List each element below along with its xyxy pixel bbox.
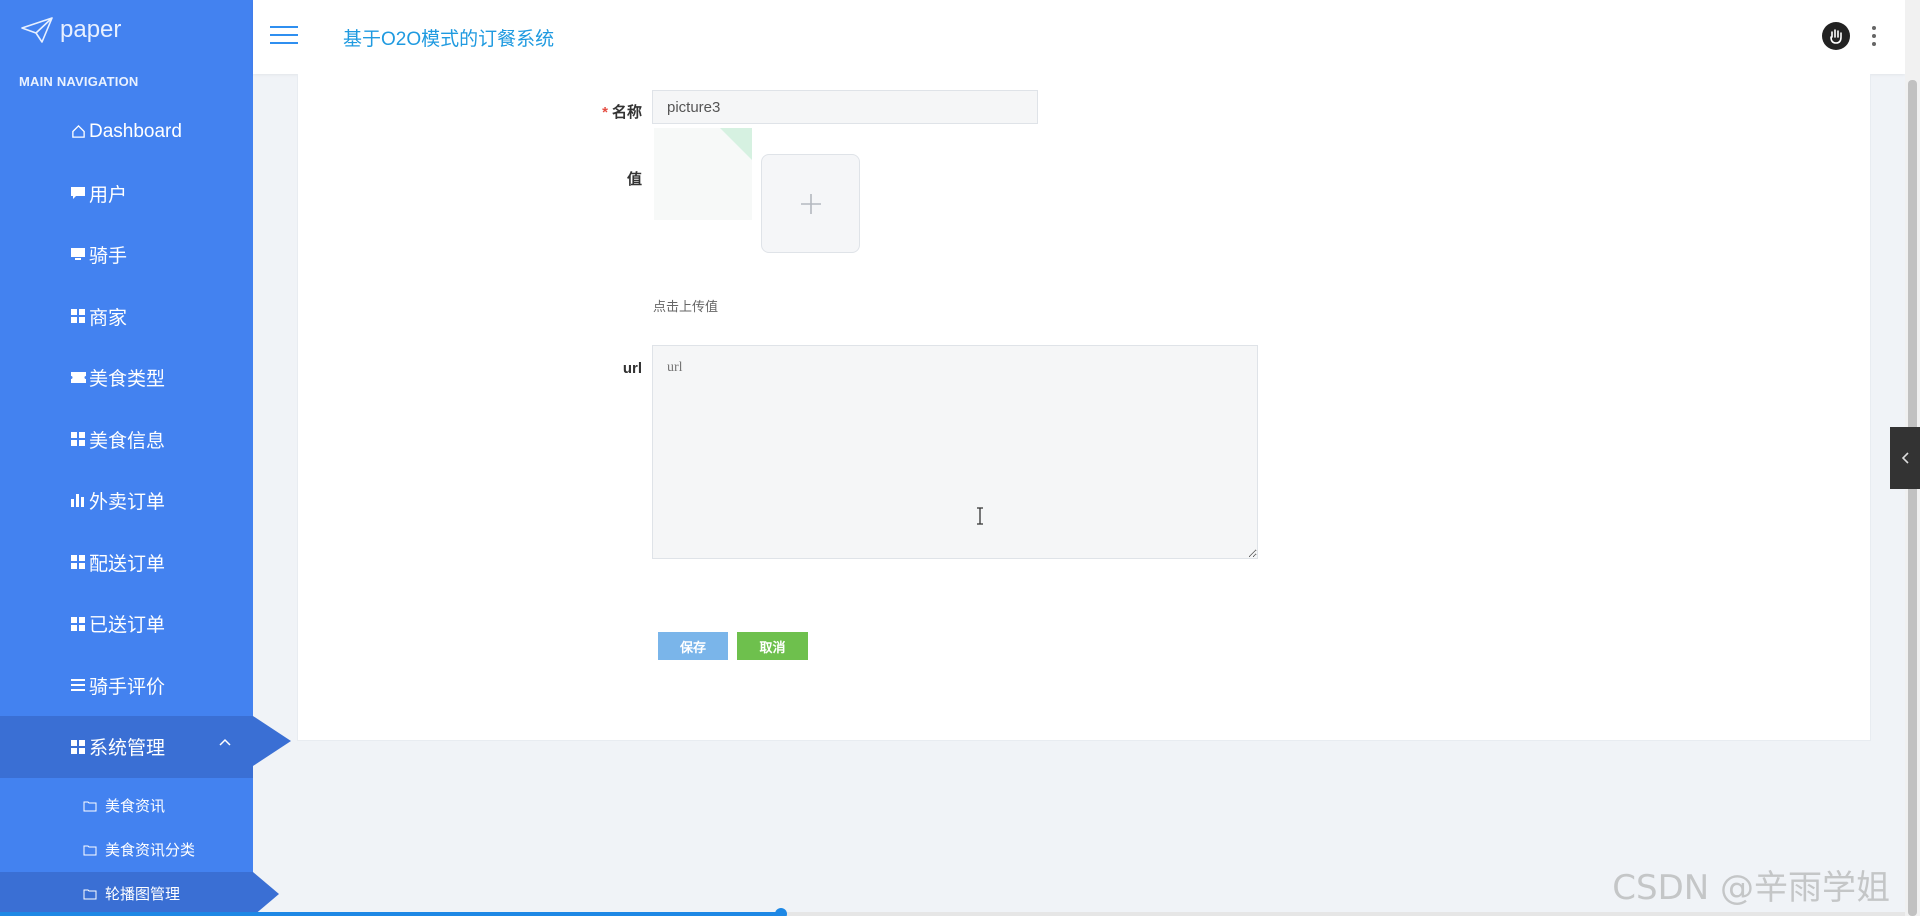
sidebar-item-delivery-orders[interactable]: 配送订单: [0, 532, 253, 594]
sidebar-item-delivered-orders[interactable]: 已送订单: [0, 593, 253, 655]
sidebar-item-label: Dashboard: [89, 120, 182, 142]
app-title: 基于O2O模式的订餐系统: [343, 29, 555, 50]
nav-heading: MAIN NAVIGATION: [19, 74, 139, 89]
name-label: * 名称: [596, 101, 642, 122]
paper-plane-icon: [21, 17, 53, 43]
value-label: 值: [626, 171, 642, 188]
folder-icon: [83, 845, 97, 855]
brand[interactable]: paper: [0, 0, 253, 60]
url-label: url: [622, 360, 642, 377]
grid-icon: [70, 554, 86, 570]
ticket-icon: [70, 370, 86, 386]
sidebar-subitem-label: 美食资讯: [105, 798, 166, 815]
sidebar-item-label: 骑手评价: [89, 676, 166, 698]
grid-icon: [70, 308, 86, 324]
sidebar-item-rider-reviews[interactable]: 骑手评价: [0, 655, 253, 717]
sidebar-item-label: 已送订单: [89, 615, 166, 637]
name-input[interactable]: [652, 90, 1038, 124]
grid-icon: [70, 616, 86, 632]
list-icon: [70, 677, 86, 693]
hand-icon: [1830, 29, 1842, 44]
required-mark: *: [602, 104, 608, 121]
chevron-up-icon: [219, 738, 231, 746]
sidebar: paper MAIN NAVIGATION Dashboard 用户 骑手 商家…: [0, 0, 291, 916]
text-cursor-icon: [977, 507, 983, 525]
sidebar-subitem-food-news[interactable]: 美食资讯: [0, 784, 253, 828]
sidebar-item-label: 配送订单: [89, 553, 166, 575]
menu-toggle-icon[interactable]: [270, 26, 298, 46]
progress-knob[interactable]: [775, 908, 788, 916]
sidebar-item-takeout-orders[interactable]: 外卖订单: [0, 470, 253, 532]
sidebar-item-riders[interactable]: 骑手: [0, 224, 253, 286]
watermark: CSDN @辛雨学姐: [1612, 868, 1890, 908]
top-header: 基于O2O模式的订餐系统: [253, 0, 1905, 74]
bar-chart-icon: [70, 493, 86, 509]
grid-icon: [70, 431, 86, 447]
sidebar-item-label: 外卖订单: [89, 492, 166, 514]
sidebar-item-food-info[interactable]: 美食信息: [0, 409, 253, 471]
sidebar-item-system-management[interactable]: 系统管理: [0, 716, 291, 778]
sidebar-item-label: 商家: [89, 307, 128, 329]
sidebar-subitem-food-news-category[interactable]: 美食资讯分类: [0, 828, 253, 872]
sidebar-item-dashboard[interactable]: Dashboard: [0, 101, 253, 163]
url-textarea[interactable]: [652, 345, 1258, 559]
sidebar-item-users[interactable]: 用户: [0, 163, 253, 225]
sidebar-item-label: 系统管理: [89, 738, 166, 760]
monitor-icon: [70, 247, 86, 263]
name-label-text: 名称: [611, 104, 642, 121]
progress-fill: [0, 912, 782, 916]
upload-hint: 点击上传值: [653, 299, 719, 314]
sidebar-item-food-types[interactable]: 美食类型: [0, 347, 253, 409]
more-vertical-icon[interactable]: [1871, 26, 1877, 46]
sidebar-subitem-carousel-management[interactable]: 轮播图管理: [0, 871, 279, 916]
side-panel-toggle[interactable]: [1890, 427, 1920, 489]
uploaded-image-thumbnail[interactable]: [654, 128, 752, 220]
sidebar-item-label: 美食类型: [89, 369, 166, 391]
plus-icon: [800, 193, 821, 214]
brand-name: paper: [60, 16, 122, 43]
sidebar-item-merchants[interactable]: 商家: [0, 286, 253, 348]
grid-icon: [70, 739, 86, 755]
sidebar-item-label: 美食信息: [89, 430, 166, 452]
sidebar-item-label: 用户: [89, 184, 128, 206]
folder-icon: [83, 889, 97, 899]
chevron-left-icon: [1901, 452, 1909, 464]
cancel-button[interactable]: 取消: [737, 632, 808, 660]
save-button[interactable]: 保存: [658, 632, 728, 660]
page-load-progress: [0, 908, 1905, 916]
sidebar-subitem-label: 美食资讯分类: [105, 842, 196, 859]
upload-button[interactable]: [761, 154, 860, 253]
home-icon: [70, 124, 86, 140]
sidebar-item-label: 骑手: [89, 246, 128, 268]
chat-icon: [70, 185, 86, 201]
sidebar-subitem-label: 轮播图管理: [105, 886, 181, 903]
folder-icon: [83, 801, 97, 811]
avatar[interactable]: [1822, 22, 1850, 50]
